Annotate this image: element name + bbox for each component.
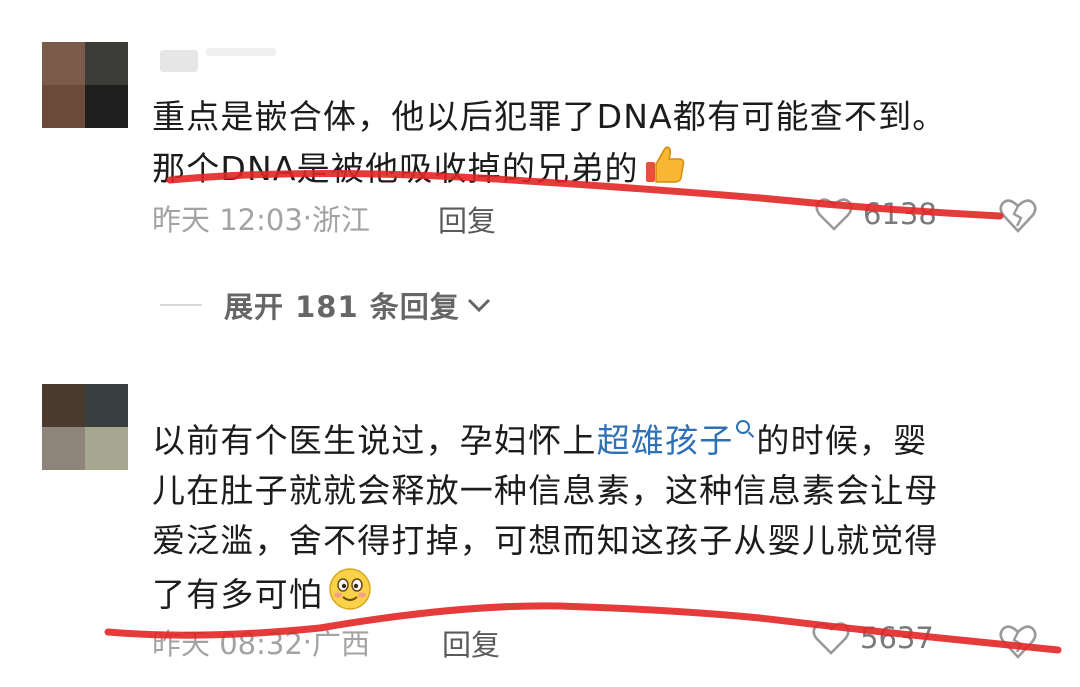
comment-line: 儿在肚子就就会释放一种信息素，这种信息素会让母: [152, 471, 939, 510]
avatar[interactable]: [42, 42, 128, 128]
timestamp: 昨天 08:32: [152, 627, 303, 661]
reply-button[interactable]: 回复: [442, 622, 500, 664]
heart-icon: [815, 198, 853, 231]
search-link[interactable]: 超雄孩子: [597, 421, 734, 460]
comment-meta: 昨天 08:32 · 广西: [152, 622, 370, 662]
broken-heart-icon: [999, 199, 1037, 233]
expand-replies-label: 展开 181 条回复: [224, 290, 460, 324]
like-button[interactable]: 6138: [815, 196, 937, 232]
like-button[interactable]: 5637: [812, 620, 934, 656]
avatar[interactable]: [42, 384, 128, 470]
expand-replies-button[interactable]: 展开 181 条回复: [160, 285, 492, 325]
comment-line-text: 以前有个医生说过，孕妇怀上: [152, 421, 597, 460]
dislike-button[interactable]: [998, 196, 1038, 238]
chevron-down-icon: [467, 298, 490, 313]
comment-line: 重点是嵌合体，他以后犯罪了DNA都有可能查不到。: [152, 97, 947, 136]
location: 浙江: [312, 203, 371, 237]
timestamp: 昨天 12:03: [152, 203, 303, 237]
broken-heart-icon: [999, 625, 1037, 659]
thumbs-up-icon: [643, 142, 687, 200]
comment-line-text: 那个DNA是被他吸收掉的兄弟的: [152, 149, 639, 188]
comment-text: 重点是嵌合体，他以后犯罪了DNA都有可能查不到。 那个DNA是被他吸收掉的兄弟的: [152, 92, 1052, 200]
reply-button[interactable]: 回复: [438, 198, 496, 240]
smiling-face-icon: [327, 566, 373, 626]
like-count: 5637: [860, 621, 934, 655]
comment-item: 重点是嵌合体，他以后犯罪了DNA都有可能查不到。 那个DNA是被他吸收掉的兄弟的…: [0, 0, 1080, 324]
comment-line-text: 的时候，婴: [756, 421, 928, 460]
username-redacted: [160, 46, 320, 76]
search-icon[interactable]: [736, 420, 751, 434]
comment-line: 爱泛滥，舍不得打掉，可想而知这孩子从婴儿就觉得: [152, 521, 939, 560]
comment-line-text: 了有多可怕: [152, 575, 323, 614]
dislike-button[interactable]: [998, 622, 1038, 664]
divider: [160, 304, 202, 306]
heart-icon: [812, 622, 850, 655]
like-count: 6138: [863, 197, 937, 231]
comment-meta: 昨天 12:03 · 浙江: [152, 198, 370, 238]
comment-line: 以前有个医生说过，孕妇怀上超雄孩子 的时候，婴: [152, 416, 1032, 466]
comment-text: 以前有个医生说过，孕妇怀上超雄孩子 的时候，婴 儿在肚子就就会释放一种信息素，这种…: [152, 416, 1032, 626]
comment-line: 了有多可怕: [152, 566, 1032, 626]
comment-item: 以前有个医生说过，孕妇怀上超雄孩子 的时候，婴 儿在肚子就就会释放一种信息素，这种…: [0, 380, 1080, 687]
comment-line: 那个DNA是被他吸收掉的兄弟的: [152, 142, 1052, 200]
location: 广西: [312, 627, 371, 661]
